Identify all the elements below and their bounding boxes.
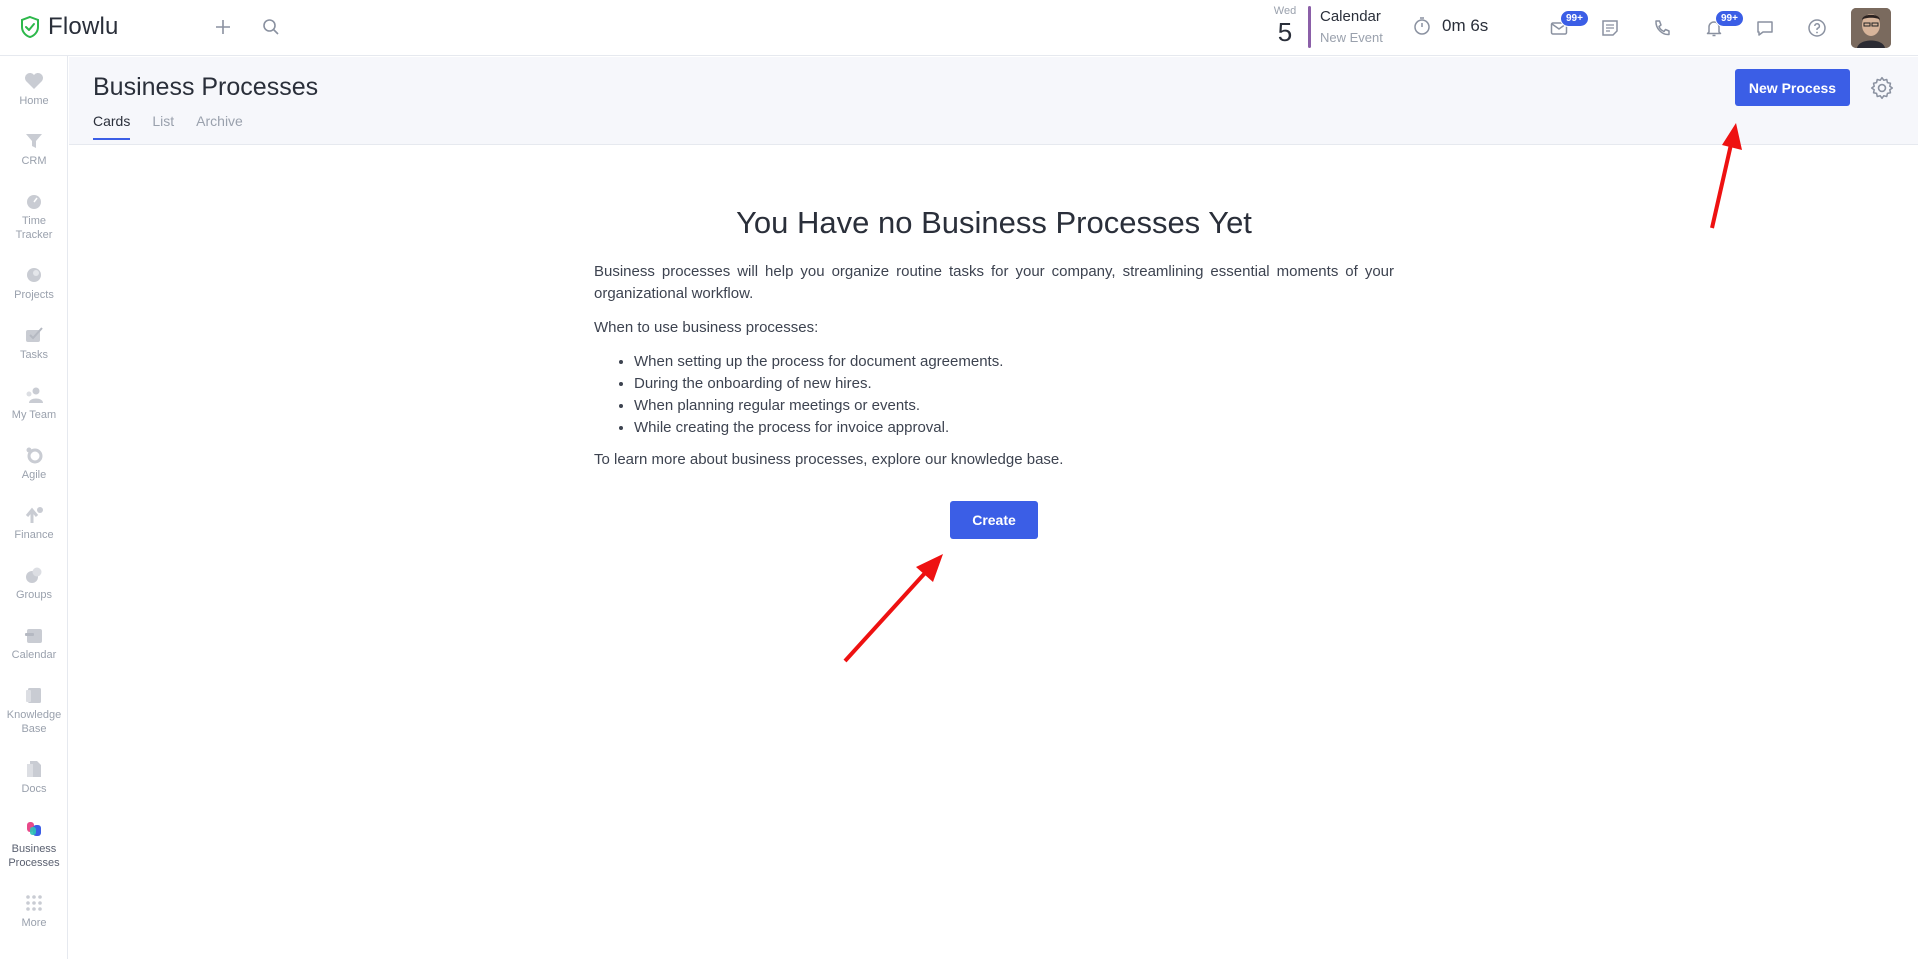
- empty-state-learn-more: To learn more about business processes, …: [594, 451, 1064, 468]
- groups-icon: [26, 567, 42, 583]
- today-date[interactable]: Wed 5: [1270, 5, 1300, 46]
- sidebar-item-crm[interactable]: CRM: [0, 131, 68, 168]
- tab-list[interactable]: List: [152, 113, 174, 140]
- sidebar-item-tasks[interactable]: Tasks: [0, 325, 68, 362]
- sidebar-item-label: Groups: [15, 589, 53, 601]
- mail-badge: 99+: [1560, 10, 1589, 27]
- use-cases-list: When setting up the process for document…: [634, 351, 1394, 439]
- date-number: 5: [1277, 17, 1293, 47]
- settings-button[interactable]: [1869, 75, 1895, 101]
- new-process-button[interactable]: New Process: [1735, 69, 1850, 106]
- gear-icon: [1870, 76, 1894, 100]
- chat-button[interactable]: [1752, 15, 1778, 41]
- sidebar-item-label: CRM: [21, 155, 47, 167]
- agile-icon: [26, 447, 43, 464]
- view-tabs: Cards List Archive: [93, 113, 243, 140]
- sidebar-item-finance[interactable]: Finance: [0, 505, 68, 542]
- finance-icon: [25, 507, 43, 523]
- sidebar-item-business-processes[interactable]: Business Processes: [0, 819, 68, 870]
- sidebar-item-label: Knowledge Base: [6, 709, 62, 735]
- empty-state: You Have no Business Processes Yet Busin…: [594, 205, 1394, 481]
- sidebar-item-time-tracker[interactable]: Time Tracker: [0, 191, 68, 242]
- list-item: When planning regular meetings or events…: [634, 395, 1394, 417]
- sidebar-item-label: Business Processes: [8, 843, 60, 869]
- chat-icon: [1757, 21, 1773, 36]
- calendar-widget[interactable]: Calendar New Event: [1320, 7, 1383, 49]
- timer-value: 0m 6s: [1442, 16, 1489, 35]
- page-title: Business Processes: [93, 73, 319, 101]
- plus-icon: [216, 20, 230, 34]
- sidebar-item-label: More: [21, 917, 47, 929]
- list-item: During the onboarding of new hires.: [634, 373, 1394, 395]
- search-button[interactable]: [258, 14, 284, 40]
- sidebar-item-label: Home: [19, 95, 49, 107]
- annotation-arrow-icon: [843, 554, 943, 663]
- sidebar-item-agile[interactable]: Agile: [0, 445, 68, 482]
- stopwatch-icon: [1414, 17, 1430, 35]
- list-item: When setting up the process for document…: [634, 351, 1394, 373]
- help-icon: [1808, 19, 1826, 37]
- projects-icon: [27, 268, 41, 282]
- sidebar-item-calendar[interactable]: Calendar: [0, 625, 68, 662]
- tab-cards[interactable]: Cards: [93, 113, 131, 140]
- empty-state-title: You Have no Business Processes Yet: [736, 205, 1252, 240]
- time-tracker-widget[interactable]: 0m 6s: [1412, 16, 1488, 36]
- empty-state-when: When to use business processes:: [594, 319, 819, 336]
- help-button[interactable]: [1804, 15, 1830, 41]
- sidebar-item-label: Agile: [21, 469, 47, 481]
- sidebar-item-my-team[interactable]: My Team: [0, 385, 68, 422]
- search-icon: [263, 19, 279, 35]
- sidebar-item-projects[interactable]: Projects: [0, 265, 68, 302]
- calendar-divider: [1308, 6, 1311, 48]
- business-processes-icon: [27, 822, 41, 836]
- empty-state-intro: Business processes will help you organiz…: [594, 263, 1394, 302]
- phone-button[interactable]: [1649, 15, 1675, 41]
- add-button[interactable]: [210, 14, 236, 40]
- sidebar-item-label: Docs: [21, 783, 47, 795]
- sidebar-item-label: Tasks: [19, 349, 49, 361]
- logo-check-icon: [21, 15, 39, 39]
- app-name: Flowlu: [48, 13, 119, 40]
- notes-button[interactable]: [1597, 15, 1623, 41]
- sidebar-item-label: Finance: [14, 529, 54, 541]
- new-event-link[interactable]: New Event: [1320, 27, 1383, 49]
- flowlu-logo[interactable]: Flowlu: [18, 13, 119, 41]
- top-bar: Flowlu Wed 5 Calendar New Event 0m 6s 99…: [0, 0, 1918, 56]
- create-button[interactable]: Create: [950, 501, 1038, 539]
- user-photo-icon: [1851, 8, 1891, 48]
- page-header: Business Processes Cards List Archive Ne…: [69, 57, 1918, 145]
- calendar-title: Calendar: [1320, 8, 1381, 25]
- sidebar-item-label: Time Tracker: [15, 215, 53, 241]
- tasks-icon: [26, 327, 43, 342]
- sidebar-item-more[interactable]: More: [0, 893, 68, 930]
- sidebar-item-label: Calendar: [11, 649, 57, 661]
- calendar-icon: [25, 629, 42, 643]
- funnel-icon: [26, 134, 42, 148]
- sidebar: Home CRM Time Tracker Projects Tasks My …: [0, 56, 68, 959]
- mail-button[interactable]: 99+: [1546, 10, 1589, 41]
- sidebar-item-groups[interactable]: Groups: [0, 565, 68, 602]
- user-avatar[interactable]: [1851, 8, 1891, 48]
- phone-icon: [1655, 20, 1670, 36]
- book-icon: [26, 688, 41, 703]
- sidebar-item-label: Projects: [14, 289, 54, 301]
- sidebar-item-home[interactable]: Home: [0, 71, 68, 108]
- list-item: While creating the process for invoice a…: [634, 417, 1394, 439]
- sidebar-item-knowledge-base[interactable]: Knowledge Base: [0, 685, 68, 736]
- heart-icon: [25, 73, 43, 89]
- tab-archive[interactable]: Archive: [196, 113, 243, 140]
- annotation-arrow-icon: [1710, 123, 1742, 229]
- docs-icon: [27, 761, 41, 777]
- grid-dots-icon: [26, 895, 42, 911]
- team-icon: [26, 387, 43, 403]
- sidebar-item-docs[interactable]: Docs: [0, 759, 68, 796]
- notifications-button[interactable]: 99+: [1701, 10, 1744, 41]
- notifications-badge: 99+: [1715, 10, 1744, 27]
- sidebar-item-label: My Team: [11, 409, 57, 421]
- stopwatch-icon: [27, 195, 41, 209]
- notes-icon: [1602, 20, 1618, 36]
